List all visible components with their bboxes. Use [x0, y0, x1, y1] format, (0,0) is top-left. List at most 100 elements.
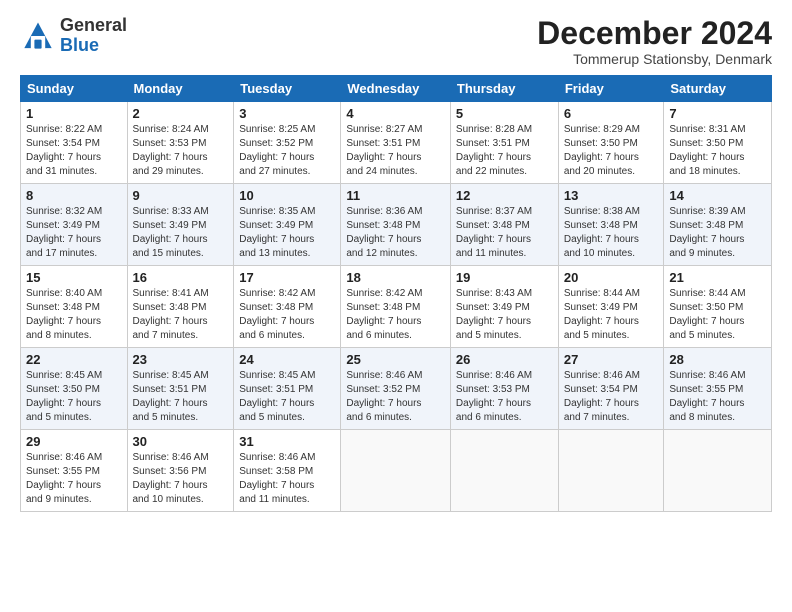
day-info: Sunrise: 8:45 AM Sunset: 3:51 PM Dayligh…: [239, 369, 335, 425]
day-info: Sunrise: 8:25 AM Sunset: 3:52 PM Dayligh…: [239, 123, 335, 179]
day-info: Sunrise: 8:45 AM Sunset: 3:50 PM Dayligh…: [26, 369, 122, 425]
day-info: Sunrise: 8:46 AM Sunset: 3:54 PM Dayligh…: [564, 369, 659, 425]
day-number: 12: [456, 188, 553, 203]
calendar-cell: [341, 430, 451, 512]
calendar-cell: 22 Sunrise: 8:45 AM Sunset: 3:50 PM Dayli…: [21, 348, 128, 430]
day-info: Sunrise: 8:41 AM Sunset: 3:48 PM Dayligh…: [133, 287, 229, 343]
weekday-header-cell: Thursday: [450, 76, 558, 102]
day-number: 25: [346, 352, 445, 367]
day-info: Sunrise: 8:42 AM Sunset: 3:48 PM Dayligh…: [239, 287, 335, 343]
day-info: Sunrise: 8:36 AM Sunset: 3:48 PM Dayligh…: [346, 205, 445, 261]
day-number: 19: [456, 270, 553, 285]
day-number: 15: [26, 270, 122, 285]
calendar-cell: 2Sunrise: 8:24 AM Sunset: 3:53 PM Daylig…: [127, 102, 234, 184]
calendar-cell: [558, 430, 664, 512]
day-number: 11: [346, 188, 445, 203]
day-info: Sunrise: 8:32 AM Sunset: 3:49 PM Dayligh…: [26, 205, 122, 261]
weekday-header-cell: Friday: [558, 76, 664, 102]
weekday-header-cell: Sunday: [21, 76, 128, 102]
day-number: 13: [564, 188, 659, 203]
day-number: 23: [133, 352, 229, 367]
day-number: 3: [239, 106, 335, 121]
day-info: Sunrise: 8:46 AM Sunset: 3:55 PM Dayligh…: [669, 369, 766, 425]
calendar-body: 1 Sunrise: 8:22 AM Sunset: 3:54 PM Daylig…: [21, 102, 772, 512]
calendar-cell: 10 Sunrise: 8:35 AM Sunset: 3:49 PM Dayli…: [234, 184, 341, 266]
day-number: 29: [26, 434, 122, 449]
title-block: December 2024 Tommerup Stationsby, Denma…: [537, 16, 772, 67]
day-number: 17: [239, 270, 335, 285]
day-info: Sunrise: 8:31 AM Sunset: 3:50 PM Dayligh…: [669, 123, 766, 179]
day-info: Sunrise: 8:33 AM Sunset: 3:49 PM Dayligh…: [133, 205, 229, 261]
day-number: 4: [346, 106, 445, 121]
day-info: Sunrise: 8:39 AM Sunset: 3:48 PM Dayligh…: [669, 205, 766, 261]
day-info: Sunrise: 8:29 AM Sunset: 3:50 PM Dayligh…: [564, 123, 659, 179]
weekday-header-cell: Wednesday: [341, 76, 451, 102]
day-number: 28: [669, 352, 766, 367]
calendar-cell: 14 Sunrise: 8:39 AM Sunset: 3:48 PM Dayli…: [664, 184, 772, 266]
page: General Blue December 2024 Tommerup Stat…: [0, 0, 792, 522]
day-info: Sunrise: 8:46 AM Sunset: 3:58 PM Dayligh…: [239, 451, 335, 507]
calendar-cell: 30 Sunrise: 8:46 AM Sunset: 3:56 PM Dayli…: [127, 430, 234, 512]
calendar-cell: 21Sunrise: 8:44 AM Sunset: 3:50 PM Dayli…: [664, 266, 772, 348]
day-number: 6: [564, 106, 659, 121]
day-info: Sunrise: 8:24 AM Sunset: 3:53 PM Dayligh…: [133, 123, 229, 179]
day-number: 9: [133, 188, 229, 203]
day-info: Sunrise: 8:46 AM Sunset: 3:56 PM Dayligh…: [133, 451, 229, 507]
weekday-header-cell: Monday: [127, 76, 234, 102]
calendar-cell: [664, 430, 772, 512]
day-info: Sunrise: 8:40 AM Sunset: 3:48 PM Dayligh…: [26, 287, 122, 343]
calendar-cell: 1 Sunrise: 8:22 AM Sunset: 3:54 PM Daylig…: [21, 102, 128, 184]
day-number: 14: [669, 188, 766, 203]
calendar-cell: 28 Sunrise: 8:46 AM Sunset: 3:55 PM Dayli…: [664, 348, 772, 430]
calendar-cell: 6 Sunrise: 8:29 AM Sunset: 3:50 PM Daylig…: [558, 102, 664, 184]
calendar-cell: 16 Sunrise: 8:41 AM Sunset: 3:48 PM Dayli…: [127, 266, 234, 348]
calendar-cell: 9 Sunrise: 8:33 AM Sunset: 3:49 PM Daylig…: [127, 184, 234, 266]
calendar-cell: 12 Sunrise: 8:37 AM Sunset: 3:48 PM Dayli…: [450, 184, 558, 266]
calendar-week-row: 15 Sunrise: 8:40 AM Sunset: 3:48 PM Dayli…: [21, 266, 772, 348]
day-info: Sunrise: 8:35 AM Sunset: 3:49 PM Dayligh…: [239, 205, 335, 261]
day-info: Sunrise: 8:42 AM Sunset: 3:48 PM Dayligh…: [346, 287, 445, 343]
calendar-cell: 17 Sunrise: 8:42 AM Sunset: 3:48 PM Dayli…: [234, 266, 341, 348]
day-number: 21: [669, 270, 766, 285]
day-info: Sunrise: 8:43 AM Sunset: 3:49 PM Dayligh…: [456, 287, 553, 343]
day-number: 24: [239, 352, 335, 367]
day-number: 10: [239, 188, 335, 203]
calendar-cell: 4 Sunrise: 8:27 AM Sunset: 3:51 PM Daylig…: [341, 102, 451, 184]
calendar-table: SundayMondayTuesdayWednesdayThursdayFrid…: [20, 75, 772, 512]
day-info: Sunrise: 8:46 AM Sunset: 3:53 PM Dayligh…: [456, 369, 553, 425]
day-info: Sunrise: 8:44 AM Sunset: 3:49 PM Dayligh…: [564, 287, 659, 343]
day-number: 5: [456, 106, 553, 121]
day-number: 26: [456, 352, 553, 367]
day-info: Sunrise: 8:46 AM Sunset: 3:52 PM Dayligh…: [346, 369, 445, 425]
logo-text: General Blue: [60, 16, 127, 56]
calendar-week-row: 8Sunrise: 8:32 AM Sunset: 3:49 PM Daylig…: [21, 184, 772, 266]
day-number: 7: [669, 106, 766, 121]
calendar-cell: 24 Sunrise: 8:45 AM Sunset: 3:51 PM Dayli…: [234, 348, 341, 430]
day-info: Sunrise: 8:46 AM Sunset: 3:55 PM Dayligh…: [26, 451, 122, 507]
day-info: Sunrise: 8:27 AM Sunset: 3:51 PM Dayligh…: [346, 123, 445, 179]
day-number: 1: [26, 106, 122, 121]
calendar-cell: 31Sunrise: 8:46 AM Sunset: 3:58 PM Dayli…: [234, 430, 341, 512]
logo: General Blue: [20, 16, 127, 56]
day-info: Sunrise: 8:45 AM Sunset: 3:51 PM Dayligh…: [133, 369, 229, 425]
day-number: 18: [346, 270, 445, 285]
day-info: Sunrise: 8:22 AM Sunset: 3:54 PM Dayligh…: [26, 123, 122, 179]
day-number: 22: [26, 352, 122, 367]
calendar-cell: 26 Sunrise: 8:46 AM Sunset: 3:53 PM Dayli…: [450, 348, 558, 430]
calendar-week-row: 29 Sunrise: 8:46 AM Sunset: 3:55 PM Dayli…: [21, 430, 772, 512]
calendar-cell: 3 Sunrise: 8:25 AM Sunset: 3:52 PM Daylig…: [234, 102, 341, 184]
day-number: 30: [133, 434, 229, 449]
weekday-header-cell: Tuesday: [234, 76, 341, 102]
weekday-header-cell: Saturday: [664, 76, 772, 102]
day-number: 20: [564, 270, 659, 285]
day-info: Sunrise: 8:37 AM Sunset: 3:48 PM Dayligh…: [456, 205, 553, 261]
day-info: Sunrise: 8:38 AM Sunset: 3:48 PM Dayligh…: [564, 205, 659, 261]
calendar-cell: 15 Sunrise: 8:40 AM Sunset: 3:48 PM Dayli…: [21, 266, 128, 348]
calendar-cell: 11 Sunrise: 8:36 AM Sunset: 3:48 PM Dayli…: [341, 184, 451, 266]
calendar-cell: 29 Sunrise: 8:46 AM Sunset: 3:55 PM Dayli…: [21, 430, 128, 512]
calendar-cell: 23 Sunrise: 8:45 AM Sunset: 3:51 PM Dayli…: [127, 348, 234, 430]
day-number: 16: [133, 270, 229, 285]
calendar-cell: [450, 430, 558, 512]
header: General Blue December 2024 Tommerup Stat…: [20, 16, 772, 67]
day-info: Sunrise: 8:28 AM Sunset: 3:51 PM Dayligh…: [456, 123, 553, 179]
